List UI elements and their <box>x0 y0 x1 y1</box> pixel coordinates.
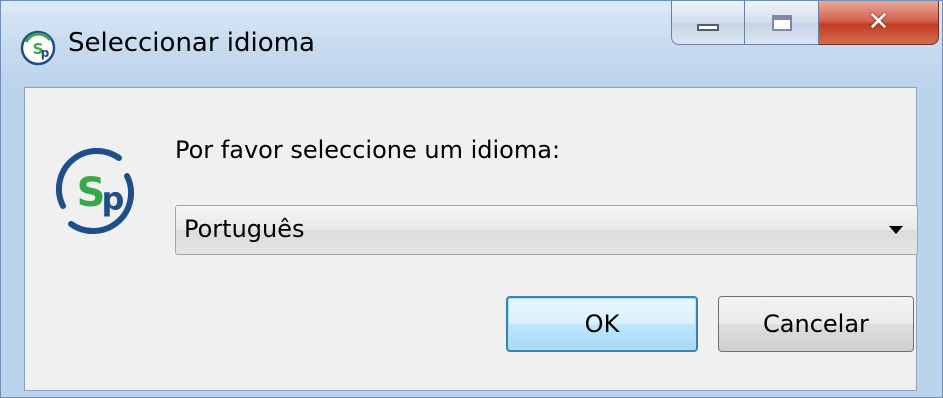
dialog-window: S p Seleccionar idioma ✕ S p Por favor s… <box>0 0 943 398</box>
ok-button[interactable]: OK <box>506 296 698 352</box>
close-button[interactable]: ✕ <box>819 1 939 45</box>
language-select[interactable]: Português <box>175 205 918 255</box>
cancel-button[interactable]: Cancelar <box>718 296 914 352</box>
dialog-body: S p Por favor seleccione um idioma: Port… <box>24 87 918 391</box>
language-prompt-label: Por favor seleccione um idioma: <box>175 136 561 164</box>
maximize-button <box>745 1 819 45</box>
minimize-button[interactable] <box>671 1 745 45</box>
window-title: Seleccionar idioma <box>68 28 315 58</box>
language-select-value: Português <box>184 215 305 243</box>
chevron-down-icon[interactable] <box>889 226 903 234</box>
close-icon: ✕ <box>867 6 890 37</box>
title-bar[interactable]: S p Seleccionar idioma ✕ <box>1 1 942 87</box>
svg-text:p: p <box>41 46 50 60</box>
minimize-icon <box>697 24 719 31</box>
sp-logo-icon: S p <box>56 147 134 235</box>
app-icon: S p <box>20 30 56 66</box>
maximize-icon <box>771 14 792 31</box>
svg-text:p: p <box>102 180 125 218</box>
